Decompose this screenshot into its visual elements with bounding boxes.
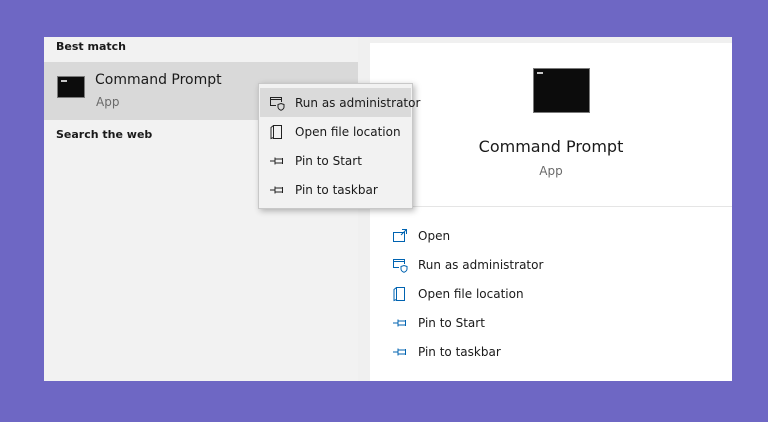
search-web-header[interactable]: Search the web bbox=[56, 128, 152, 141]
shield-window-icon bbox=[392, 257, 408, 273]
context-menu: Run as administrator Open file location … bbox=[258, 83, 420, 209]
result-subtitle: App bbox=[96, 95, 120, 109]
cmd-icon bbox=[57, 76, 85, 98]
action-run-as-admin[interactable]: Run as administrator bbox=[392, 250, 543, 279]
pin-icon bbox=[392, 315, 408, 331]
ctx-pin-to-taskbar[interactable]: Pin to taskbar bbox=[260, 175, 411, 204]
pin-icon bbox=[269, 153, 285, 169]
ctx-pin-to-start-label: Pin to Start bbox=[295, 153, 362, 168]
best-match-header: Best match bbox=[56, 40, 126, 53]
ctx-pin-to-taskbar-label: Pin to taskbar bbox=[295, 182, 378, 197]
shield-window-icon bbox=[269, 95, 285, 111]
ctx-run-as-admin[interactable]: Run as administrator bbox=[260, 88, 420, 117]
folder-icon bbox=[269, 124, 285, 140]
open-icon bbox=[392, 228, 408, 244]
action-pin-to-taskbar[interactable]: Pin to taskbar bbox=[392, 337, 543, 366]
action-pin-to-start-label: Pin to Start bbox=[418, 315, 485, 330]
action-pin-to-taskbar-label: Pin to taskbar bbox=[418, 344, 501, 359]
cmd-preview-icon bbox=[533, 68, 590, 113]
pin-icon bbox=[269, 182, 285, 198]
action-run-as-admin-label: Run as administrator bbox=[418, 257, 544, 272]
action-pin-to-start[interactable]: Pin to Start bbox=[392, 308, 543, 337]
ctx-open-file-location[interactable]: Open file location bbox=[260, 117, 411, 146]
preview-action-list: Open Run as administrator Open file loca… bbox=[392, 221, 543, 366]
app-preview-pane: Command Prompt App Open Run as administr… bbox=[370, 43, 732, 381]
action-open-label: Open bbox=[418, 228, 451, 243]
action-open-file-location-label: Open file location bbox=[418, 286, 524, 301]
action-open[interactable]: Open bbox=[392, 221, 543, 250]
folder-icon bbox=[392, 286, 408, 302]
ctx-open-file-location-label: Open file location bbox=[295, 124, 401, 139]
pin-icon bbox=[392, 344, 408, 360]
result-title: Command Prompt bbox=[95, 72, 222, 88]
ctx-run-as-admin-label: Run as administrator bbox=[295, 95, 421, 110]
preview-divider bbox=[370, 206, 732, 207]
preview-title: Command Prompt bbox=[478, 137, 624, 156]
action-open-file-location[interactable]: Open file location bbox=[392, 279, 543, 308]
ctx-pin-to-start[interactable]: Pin to Start bbox=[260, 146, 411, 175]
preview-subtitle: App bbox=[539, 164, 563, 178]
